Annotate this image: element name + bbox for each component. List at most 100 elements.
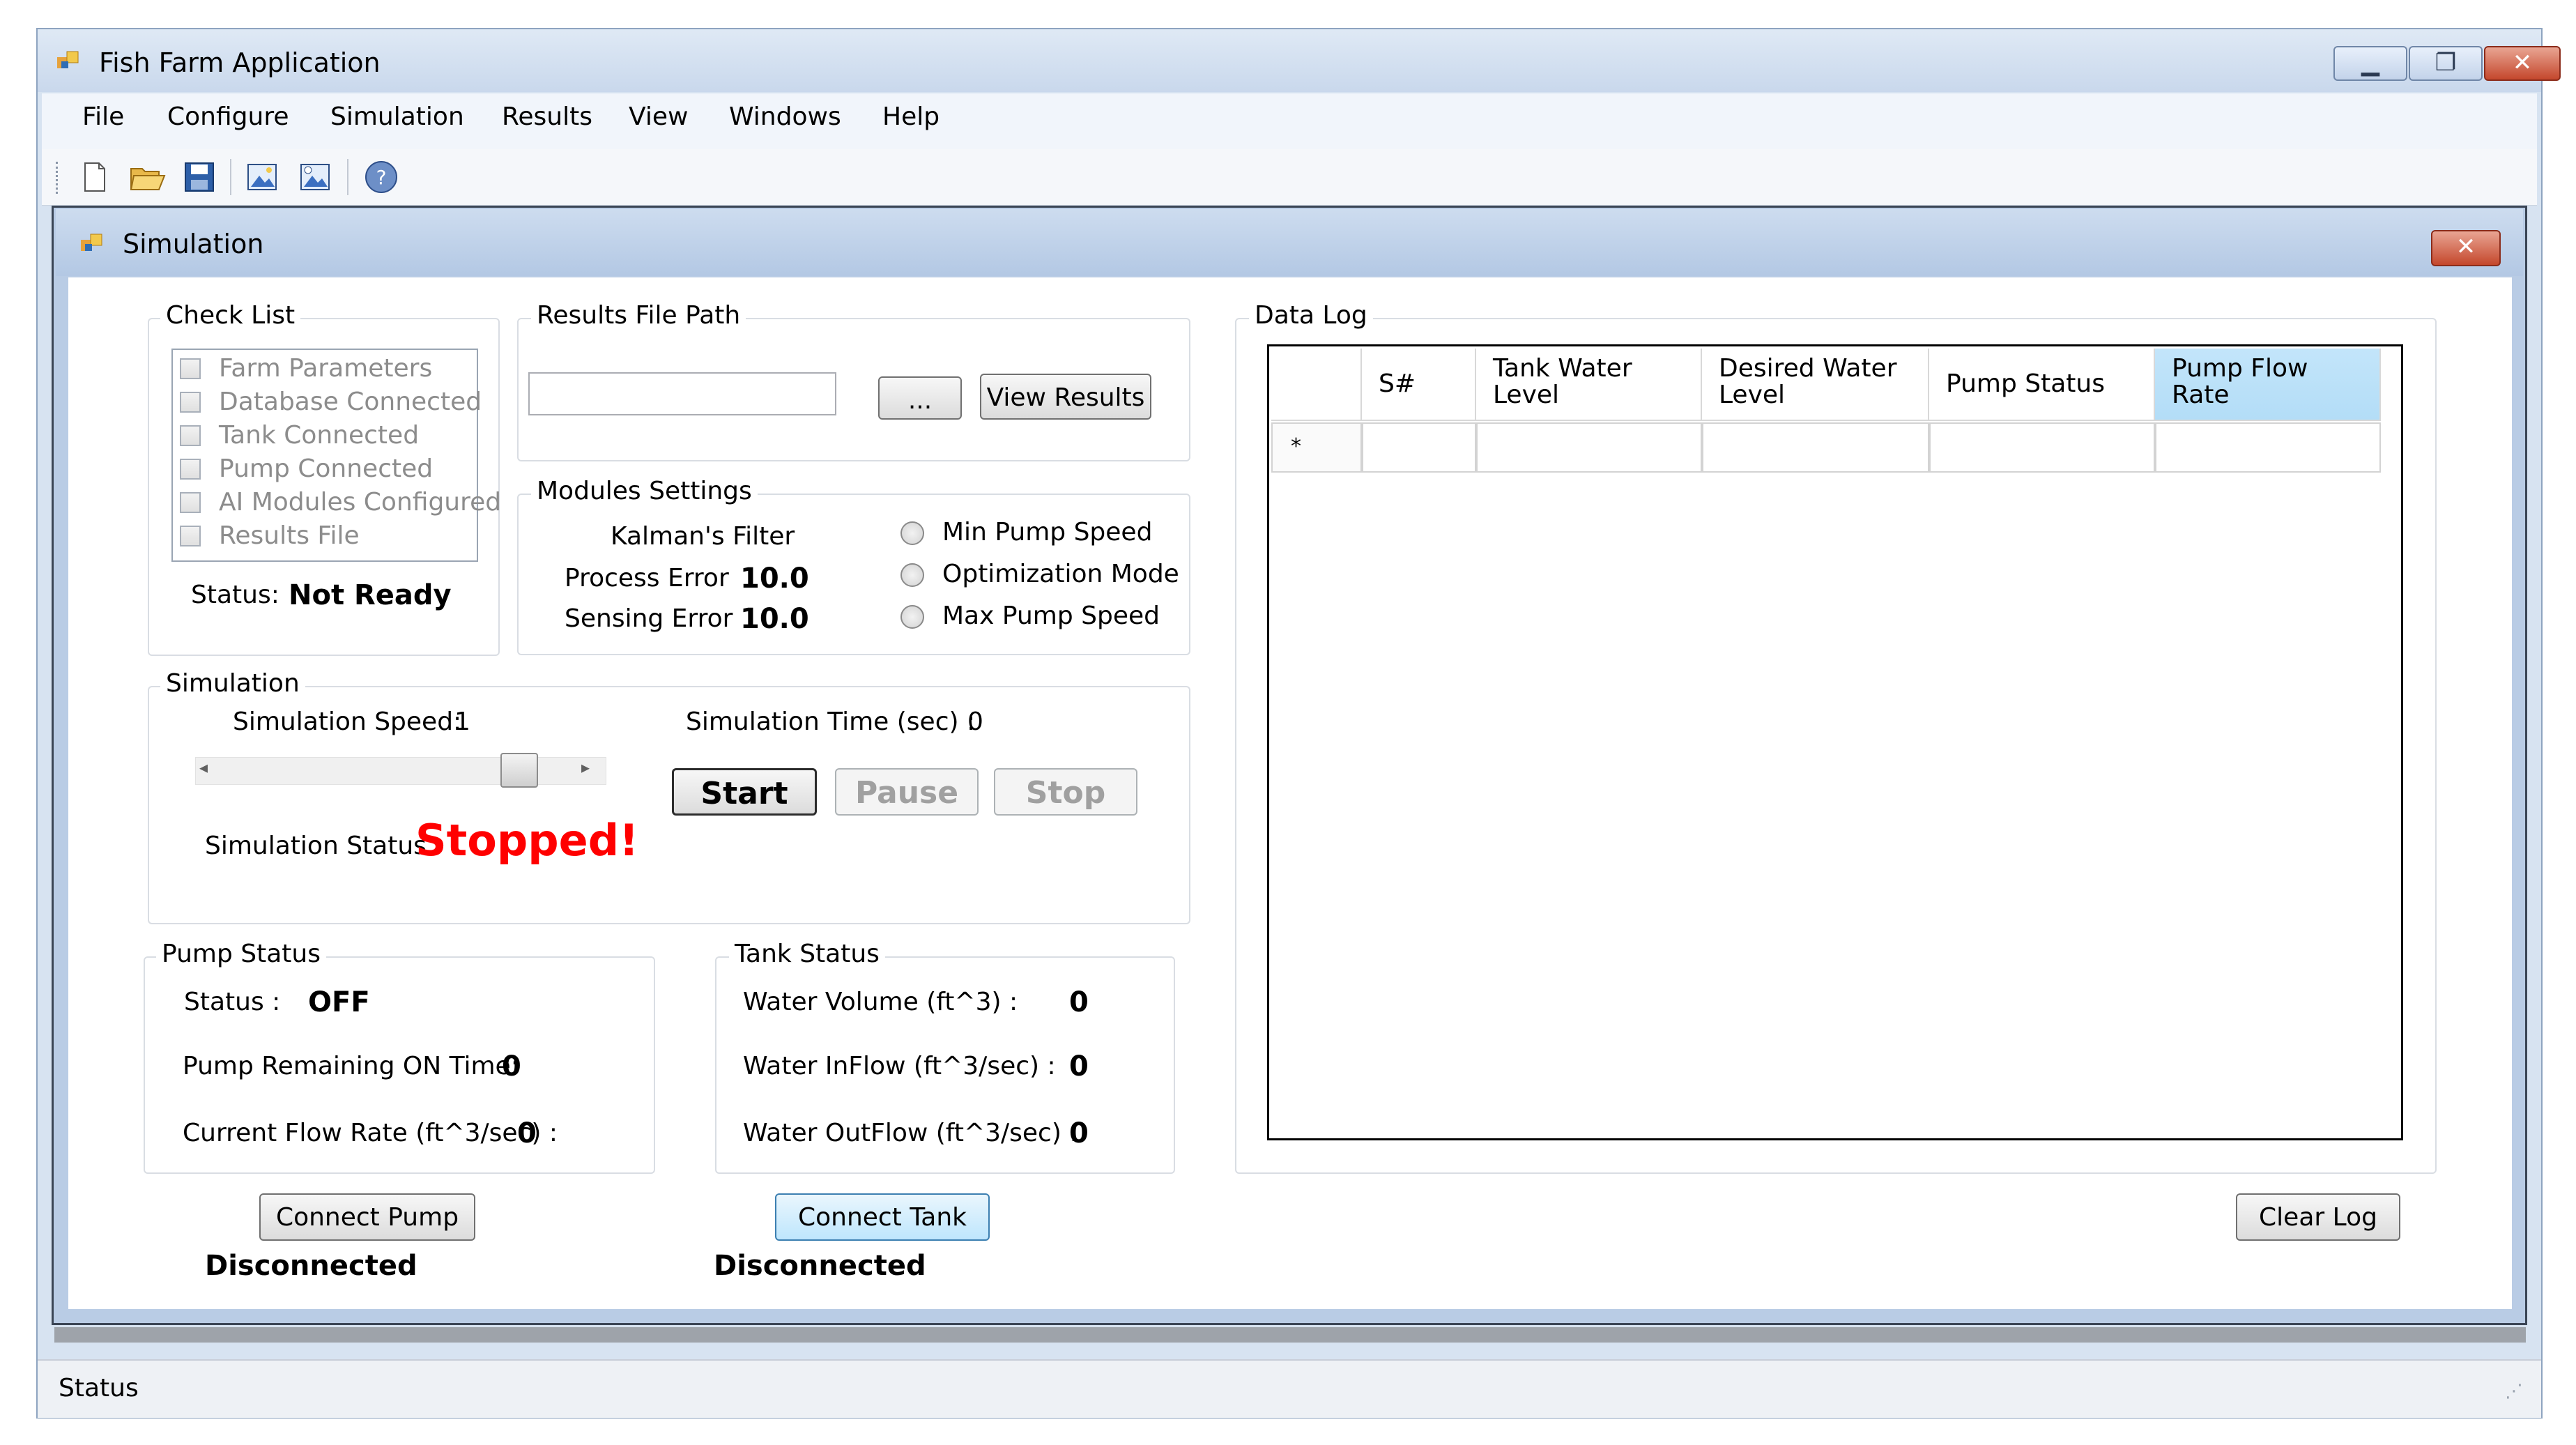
menu-help[interactable]: Help [882, 103, 940, 131]
connect-pump-label: Connect Pump [275, 1203, 459, 1232]
checklist-status-value: Not Ready [289, 579, 452, 611]
menu-view[interactable]: View [629, 103, 688, 131]
pump-status-label: Status : [184, 988, 281, 1016]
svg-text:?: ? [376, 166, 387, 189]
results-path-input[interactable] [528, 372, 836, 415]
simulation-close-button[interactable]: ✕ [2431, 230, 2501, 266]
column-header-pump-status[interactable]: Pump Status [1929, 349, 2155, 421]
slider-right-arrow-icon[interactable]: ▸ [581, 758, 590, 777]
sensing-error-value: 10.0 [740, 603, 809, 635]
checkbox-farm-parameters[interactable] [180, 358, 201, 379]
checkbox-database-connected[interactable] [180, 392, 201, 413]
radio-min-pump-speed[interactable] [900, 521, 924, 545]
app-titlebar[interactable]: Fish Farm Application [38, 29, 2541, 92]
toolbar-separator [347, 159, 348, 195]
status-bar: Status ⋰ [38, 1359, 2541, 1418]
checkbox-ai-modules[interactable] [180, 492, 201, 513]
column-header-sn[interactable]: S# [1362, 349, 1476, 421]
minimize-icon: ▁ [2361, 49, 2380, 77]
checklist-item-label: Tank Connected [219, 421, 420, 450]
stop-button[interactable]: Stop [994, 768, 1137, 816]
checklist-item-label: Pump Connected [219, 454, 434, 483]
slider-left-arrow-icon[interactable]: ◂ [199, 758, 208, 777]
close-icon: ✕ [2455, 233, 2476, 261]
pause-button[interactable]: Pause [835, 768, 979, 816]
open-folder-icon[interactable] [128, 159, 167, 195]
radio-min-pump-speed-label[interactable]: Min Pump Speed [942, 519, 1152, 546]
image-export-icon[interactable] [297, 159, 333, 195]
checkbox-pump-connected[interactable] [180, 459, 201, 480]
column-header-label: Pump Flow Rate [2172, 354, 2308, 409]
simulation-status-label: Simulation Status [205, 832, 427, 860]
connect-pump-button[interactable]: Connect Pump [259, 1193, 475, 1241]
resize-grip-icon[interactable]: ⋰ [2505, 1382, 2523, 1402]
datalog-group-label: Data Log [1249, 301, 1373, 330]
radio-max-pump-speed-label[interactable]: Max Pump Speed [942, 602, 1160, 630]
radio-optimization-mode[interactable] [900, 563, 924, 587]
checkbox-results-file[interactable] [180, 526, 201, 546]
save-icon[interactable] [181, 159, 217, 195]
column-header-pump-flow-rate[interactable]: Pump Flow Rate [2155, 349, 2381, 421]
clear-log-label: Clear Log [2259, 1203, 2377, 1232]
app-icon [56, 50, 79, 74]
pump-status-value: OFF [308, 986, 370, 1018]
column-header-label: Tank Water Level [1493, 354, 1632, 409]
checklist-status-label: Status: [191, 581, 279, 609]
current-flow-value: 0 [517, 1117, 537, 1149]
grid-cell[interactable] [1929, 422, 2155, 473]
simulation-window-icon [79, 233, 103, 257]
checklist-item-label: Results File [219, 521, 360, 550]
pump-remaining-label: Pump Remaining ON Time: [183, 1052, 519, 1080]
view-results-button[interactable]: View Results [980, 374, 1151, 420]
menu-windows[interactable]: Windows [729, 103, 841, 131]
browse-button[interactable]: ... [878, 376, 962, 420]
menu-simulation[interactable]: Simulation [330, 103, 464, 131]
maximize-button[interactable]: ❐ [2409, 46, 2483, 81]
grid-cell[interactable] [1476, 422, 1702, 473]
column-header-desired-water-level[interactable]: Desired Water Level [1702, 349, 1929, 421]
image-icon[interactable] [244, 159, 280, 195]
radio-optimization-mode-label[interactable]: Optimization Mode [942, 560, 1179, 588]
client-bottom-strip [54, 1327, 2526, 1343]
simulation-title: Simulation [123, 229, 264, 259]
results-group-label: Results File Path [531, 301, 746, 330]
column-header-label: Desired Water Level [1719, 354, 1897, 409]
kalman-filter-label: Kalman's Filter [611, 522, 795, 551]
pump-connection-status: Disconnected [205, 1250, 417, 1282]
simulation-titlebar[interactable]: Simulation [56, 209, 2523, 276]
grid-row-header-corner[interactable] [1271, 349, 1362, 421]
start-button[interactable]: Start [672, 768, 817, 816]
minimize-button[interactable]: ▁ [2333, 46, 2407, 81]
water-volume-label: Water Volume (ft^3) : [743, 988, 1018, 1016]
simulation-status-value: Stopped! [415, 815, 639, 866]
toolbar: ? [42, 149, 2537, 206]
clear-log-button[interactable]: Clear Log [2236, 1193, 2400, 1241]
grid-cell[interactable] [2155, 422, 2381, 473]
menu-file[interactable]: File [82, 103, 124, 131]
menu-configure[interactable]: Configure [167, 103, 289, 131]
start-button-label: Start [700, 776, 788, 811]
simulation-speed-label: Simulation Speed: [233, 708, 462, 736]
close-button[interactable]: ✕ [2484, 46, 2561, 81]
grid-cell[interactable] [1702, 422, 1929, 473]
water-outflow-label: Water OutFlow (ft^3/sec) : [743, 1119, 1078, 1147]
column-header-tank-water-level[interactable]: Tank Water Level [1476, 349, 1702, 421]
speed-slider-thumb[interactable] [500, 753, 538, 788]
connect-tank-label: Connect Tank [797, 1203, 967, 1232]
connect-tank-button[interactable]: Connect Tank [775, 1193, 990, 1241]
menu-results[interactable]: Results [502, 103, 592, 131]
column-header-label: Pump Status [1946, 369, 2105, 398]
app-title: Fish Farm Application [99, 47, 381, 78]
grid-new-row-header[interactable]: * [1271, 422, 1362, 473]
grid-cell[interactable] [1362, 422, 1476, 473]
status-bar-text: Status [59, 1374, 139, 1402]
speed-slider-track[interactable] [195, 757, 606, 785]
checkbox-tank-connected[interactable] [180, 425, 201, 446]
sensing-error-label: Sensing Error [565, 604, 733, 633]
radio-max-pump-speed[interactable] [900, 605, 924, 629]
help-icon[interactable]: ? [361, 158, 401, 197]
pump-status-group-label: Pump Status [156, 940, 326, 968]
simulation-time-value: 0 [967, 708, 983, 736]
new-file-icon[interactable] [77, 159, 113, 195]
checklist-item-label: Database Connected [219, 388, 482, 416]
